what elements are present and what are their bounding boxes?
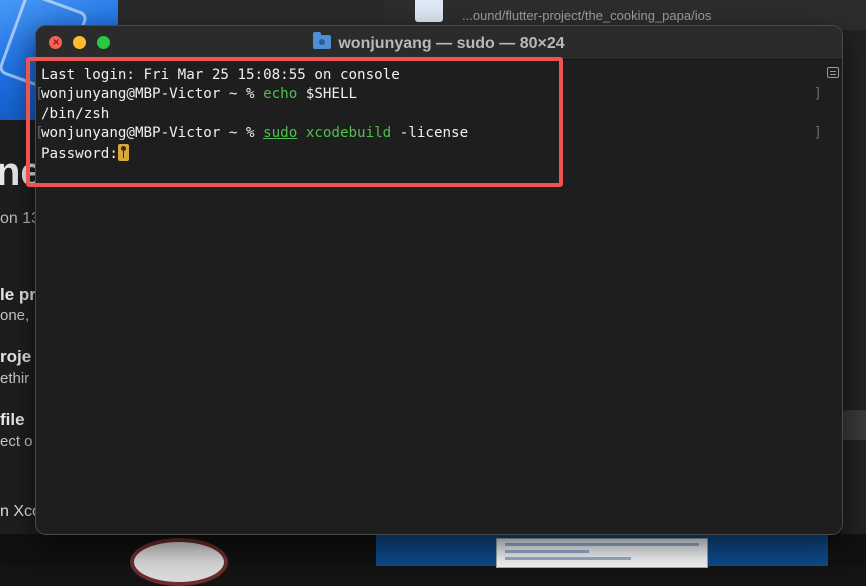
window-title-text: wonjunyang — sudo — 80×24 <box>338 35 565 52</box>
window-title: wonjunyang — sudo — 80×24 <box>36 32 842 53</box>
key-icon[interactable] <box>117 143 129 161</box>
terminal-line: Last login: Fri Mar 25 15:08:55 on conso… <box>41 66 822 85</box>
folder-icon <box>313 32 332 49</box>
mark-bracket: [ <box>35 86 44 103</box>
scrollback-icon[interactable] <box>827 67 839 78</box>
command-args: -license <box>391 125 469 142</box>
terminal-line: [wonjunyang@MBP-Victor ~ % echo $SHELL] <box>36 85 822 104</box>
background-screenshot-thumbnail <box>496 538 708 568</box>
password-prompt: Password: <box>41 145 118 162</box>
background-item-sub: ethir <box>0 370 30 387</box>
terminal-line[interactable]: Password: <box>41 143 822 163</box>
background-item-heading: le pr <box>0 285 36 304</box>
terminal-titlebar[interactable]: × wonjunyang — sudo — 80×24 <box>36 26 842 60</box>
command-name: xcodebuild <box>305 125 392 142</box>
command-args: $SHELL <box>297 86 358 103</box>
command-name: echo <box>263 86 298 103</box>
background-tab <box>842 410 866 440</box>
background-image-thumbnail <box>130 538 228 586</box>
background-item-sub: one, <box>0 307 30 324</box>
shell-prompt: wonjunyang@MBP-Victor ~ % <box>41 86 264 103</box>
terminal-line: /bin/zsh <box>41 105 822 124</box>
background-item-heading: roje <box>0 347 32 366</box>
background-path-text: ...ound/flutter-project/the_cooking_papa… <box>462 8 712 23</box>
background-item-heading: file <box>0 410 25 429</box>
terminal-window[interactable]: × wonjunyang — sudo — 80×24 Last login: … <box>35 25 843 535</box>
background-right-edge <box>842 30 866 566</box>
sudo-command: sudo <box>263 125 298 142</box>
last-login-text: Last login: Fri Mar 25 15:08:55 on conso… <box>41 67 400 83</box>
document-icon <box>415 0 443 22</box>
mark-bracket: ] <box>813 86 822 103</box>
mark-bracket: [ <box>35 125 44 142</box>
terminal-content[interactable]: Last login: Fri Mar 25 15:08:55 on conso… <box>36 66 822 534</box>
command-output: /bin/zsh <box>41 105 110 122</box>
terminal-line: [wonjunyang@MBP-Victor ~ % sudo xcodebui… <box>36 124 822 143</box>
shell-prompt: wonjunyang@MBP-Victor ~ % <box>41 125 264 142</box>
background-item-sub: ect o <box>0 433 33 450</box>
mark-bracket: ] <box>813 125 822 142</box>
